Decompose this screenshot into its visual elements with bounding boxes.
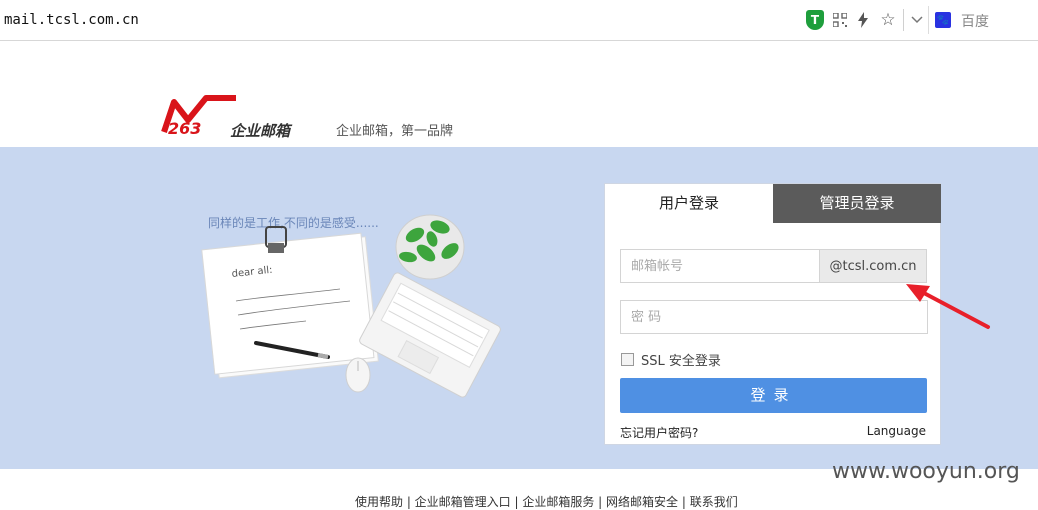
browser-address-bar: mail.tcsl.com.cn T ☆ 🐾 百度 bbox=[0, 0, 1038, 41]
svg-text:263: 263 bbox=[168, 119, 201, 138]
login-button[interactable]: 登录 bbox=[620, 378, 927, 413]
brand-logo[interactable]: 263 企业邮箱 bbox=[160, 94, 320, 140]
chevron-down-icon[interactable] bbox=[907, 10, 927, 30]
email-input[interactable] bbox=[621, 250, 819, 282]
toolbar-divider bbox=[903, 9, 904, 31]
star-icon[interactable]: ☆ bbox=[878, 10, 898, 30]
login-panel: 用户登录 管理员登录 @tcsl.com.cn SSL 安全登录 登录 忘记用户… bbox=[604, 183, 941, 445]
footer-links[interactable]: 使用帮助 | 企业邮箱管理入口 | 企业邮箱服务 | 网络邮箱安全 | 联系我们 bbox=[355, 493, 738, 510]
svg-text:企业邮箱: 企业邮箱 bbox=[230, 122, 293, 140]
baidu-paw-icon: 🐾 bbox=[935, 12, 951, 28]
language-link[interactable]: Language bbox=[867, 424, 926, 438]
watermark: www.wooyun.org bbox=[832, 459, 1020, 484]
search-placeholder: 百度 bbox=[961, 14, 989, 30]
annotation-arrow-icon bbox=[900, 280, 995, 335]
hero-illustration: dear all: bbox=[200, 205, 510, 405]
qrcode-icon[interactable] bbox=[830, 10, 850, 30]
address-url[interactable]: mail.tcsl.com.cn bbox=[4, 12, 139, 28]
tab-user-login[interactable]: 用户登录 bbox=[605, 184, 773, 223]
forgot-password-link[interactable]: 忘记用户密码? bbox=[620, 424, 698, 441]
header-slogan: 企业邮箱，第一品牌 bbox=[336, 124, 454, 139]
password-input[interactable] bbox=[621, 301, 927, 333]
email-field-wrapper bbox=[620, 249, 820, 283]
search-box[interactable]: 🐾 百度 bbox=[928, 6, 1038, 34]
ssl-label: SSL 安全登录 bbox=[641, 354, 721, 369]
shield-icon[interactable]: T bbox=[806, 10, 824, 30]
lightning-icon[interactable] bbox=[853, 10, 873, 30]
password-field-wrapper bbox=[620, 300, 928, 334]
tab-admin-login[interactable]: 管理员登录 bbox=[773, 184, 941, 223]
ssl-checkbox[interactable] bbox=[621, 353, 634, 366]
email-domain-suffix: @tcsl.com.cn bbox=[819, 249, 927, 283]
